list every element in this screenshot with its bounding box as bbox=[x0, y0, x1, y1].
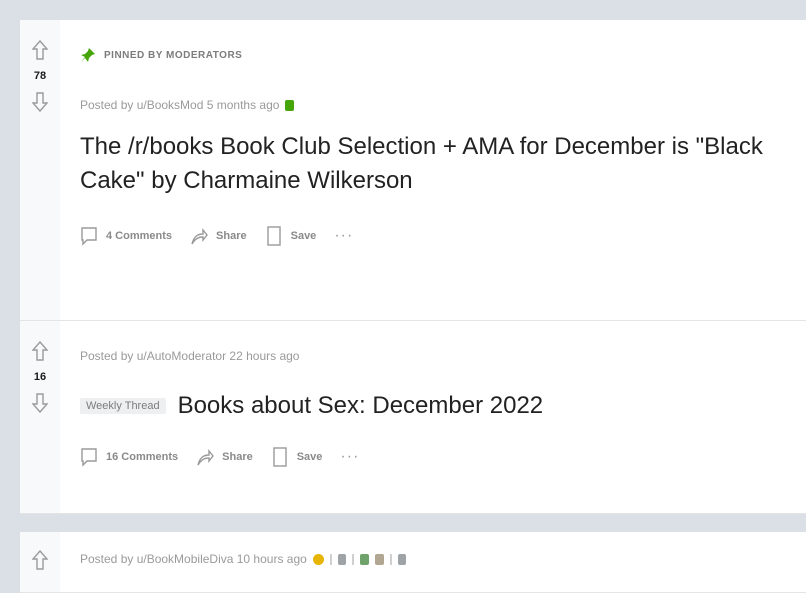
downvote-arrow-icon[interactable] bbox=[32, 393, 48, 413]
upvote-arrow-icon[interactable] bbox=[32, 550, 48, 570]
post-meta: Posted by u/AutoModerator 22 hours ago bbox=[80, 349, 806, 363]
more-options-button[interactable]: ··· bbox=[340, 448, 359, 466]
post-weekly-thread[interactable]: 16 Posted by u/AutoModerator 22 hours ag… bbox=[20, 321, 806, 514]
post-actions: 16 Comments Share Save ··· bbox=[80, 445, 806, 469]
post-pinned-book-club[interactable]: 78 PINNED BY MODERATORS Posted by u/Book… bbox=[20, 20, 806, 321]
post-content: PINNED BY MODERATORS Posted by u/BooksMo… bbox=[60, 20, 806, 320]
share-icon bbox=[197, 449, 215, 466]
more-options-button[interactable]: ··· bbox=[334, 227, 353, 245]
bookmark-icon bbox=[273, 447, 287, 467]
award-separator bbox=[389, 553, 392, 565]
moderator-shield-icon bbox=[285, 99, 295, 111]
share-icon bbox=[191, 228, 208, 245]
share-button[interactable]: Share bbox=[190, 226, 247, 246]
downvote-arrow-icon[interactable] bbox=[32, 92, 48, 112]
comment-icon bbox=[81, 227, 97, 246]
save-button[interactable]: Save bbox=[265, 226, 316, 246]
save-button[interactable]: Save bbox=[271, 447, 322, 467]
post-title-row: Weekly Thread Books about Sex: December … bbox=[80, 389, 806, 423]
post-title[interactable]: Books about Sex: December 2022 bbox=[178, 389, 554, 423]
vote-column bbox=[20, 532, 60, 592]
post-title[interactable]: The /r/books Book Club Selection + AMA f… bbox=[80, 130, 806, 198]
post-flair[interactable]: Weekly Thread bbox=[80, 398, 166, 414]
share-button[interactable]: Share bbox=[196, 447, 253, 467]
hugz-award-icon bbox=[397, 553, 406, 565]
post-meta-text[interactable]: Posted by u/BookMobileDiva 10 hours ago bbox=[80, 552, 307, 566]
post-content: Posted by u/BookMobileDiva 10 hours ago bbox=[60, 532, 806, 592]
post-meta: Posted by u/BooksMod 5 months ago bbox=[80, 98, 806, 112]
post-meta: Posted by u/BookMobileDiva 10 hours ago bbox=[80, 552, 806, 566]
vote-score: 78 bbox=[33, 70, 47, 82]
post-content: Posted by u/AutoModerator 22 hours ago W… bbox=[60, 321, 806, 513]
comment-icon bbox=[81, 448, 97, 467]
comments-button[interactable]: 4 Comments bbox=[80, 226, 172, 246]
wholesome-award-icon bbox=[374, 553, 384, 565]
bookmark-icon bbox=[266, 226, 281, 246]
award-separator bbox=[351, 553, 354, 565]
comments-button[interactable]: 16 Comments bbox=[80, 447, 178, 467]
upvote-arrow-icon[interactable] bbox=[32, 40, 48, 60]
helpful-award-icon bbox=[359, 553, 369, 565]
pin-icon bbox=[81, 48, 95, 62]
post-partial[interactable]: Posted by u/BookMobileDiva 10 hours ago bbox=[20, 532, 806, 593]
silver-award-icon bbox=[337, 553, 346, 565]
vote-column: 16 bbox=[20, 321, 60, 513]
upvote-arrow-icon[interactable] bbox=[32, 341, 48, 361]
post-meta-text[interactable]: Posted by u/BooksMod 5 months ago bbox=[80, 98, 279, 112]
pinned-label: PINNED BY MODERATORS bbox=[104, 49, 243, 61]
award-separator bbox=[329, 553, 332, 565]
pinned-indicator: PINNED BY MODERATORS bbox=[80, 40, 806, 70]
vote-column: 78 bbox=[20, 20, 60, 320]
vote-score: 16 bbox=[33, 371, 47, 383]
post-actions: 4 Comments Share Save ··· bbox=[80, 224, 806, 248]
post-feed: 78 PINNED BY MODERATORS Posted by u/Book… bbox=[20, 20, 806, 593]
post-meta-text[interactable]: Posted by u/AutoModerator 22 hours ago bbox=[80, 349, 299, 363]
gold-award-icon bbox=[312, 553, 324, 565]
